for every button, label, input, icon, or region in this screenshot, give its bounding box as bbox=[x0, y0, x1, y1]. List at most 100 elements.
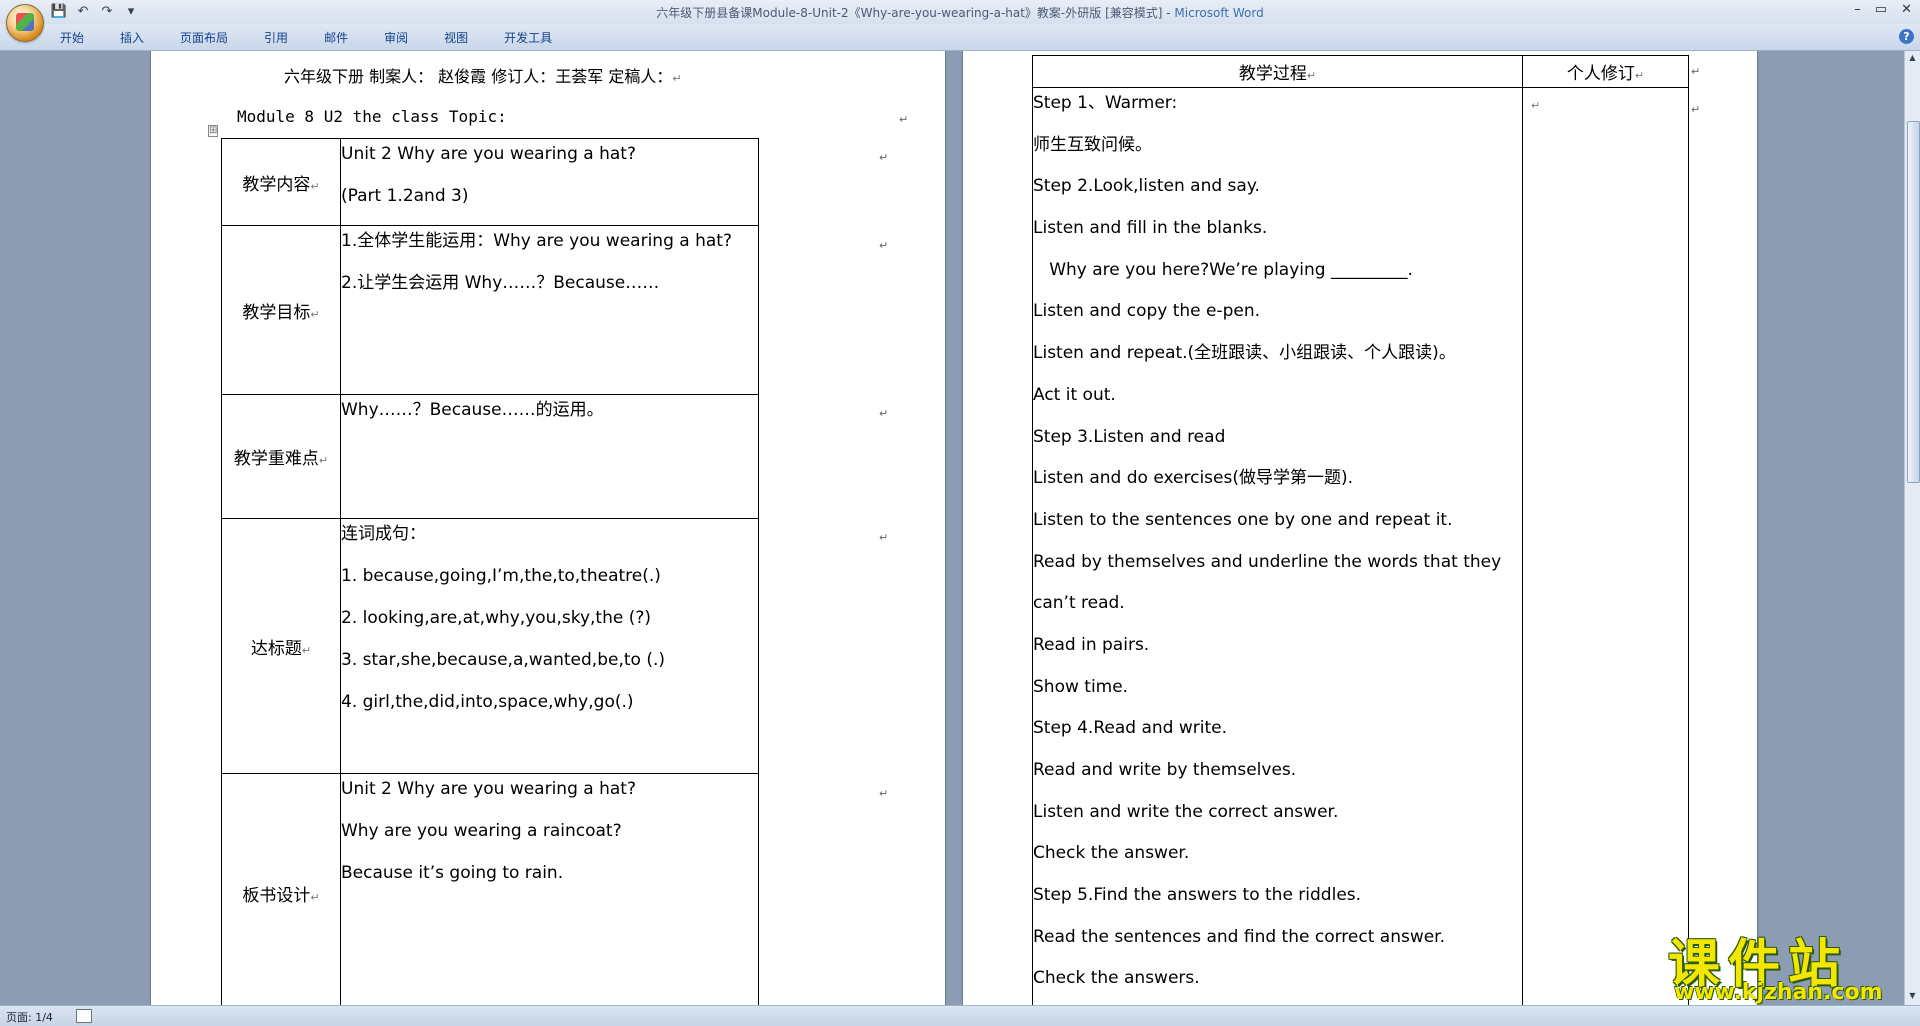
step-line: Check the answers. bbox=[1033, 968, 1200, 989]
step-line: Step 5.Find the answers to the riddles. bbox=[1033, 885, 1362, 906]
document-page-1[interactable]: 六年级下册 制案人： 赵俊霞 修订人：王荟军 定稿人：↵ Module 8 U2… bbox=[150, 51, 946, 1005]
step-line: Step 2.Look,listen and say. bbox=[1033, 176, 1260, 197]
tab-home[interactable]: 开始 bbox=[60, 29, 84, 46]
page1-header-line: 六年级下册 制案人： 赵俊霞 修订人：王荟军 定稿人：↵ bbox=[284, 63, 682, 87]
tab-view[interactable]: 视图 bbox=[444, 29, 468, 46]
lesson-info-table: 教学内容↵ Unit 2 Why are you wearing a hat? … bbox=[221, 138, 759, 1005]
content-line: 2.让学生会运用 Why……？Because…… bbox=[341, 273, 660, 293]
tab-developer[interactable]: 开发工具 bbox=[504, 29, 552, 46]
paragraph-mark: ↵ bbox=[879, 787, 889, 800]
proofing-icon[interactable] bbox=[76, 1009, 92, 1023]
row-content[interactable]: 1.全体学生能运用：Why are you wearing a hat? 2.让… bbox=[340, 225, 759, 395]
content-line: Why……？Because……的运用。 bbox=[341, 400, 604, 420]
document-page-2[interactable]: 教学过程↵ 个人修订↵ Step 1、Warmer: 师生互致问候。 Step … bbox=[962, 51, 1758, 1005]
content-line: 1.全体学生能运用：Why are you wearing a hat? bbox=[341, 231, 732, 251]
paragraph-mark: ↵ bbox=[879, 239, 889, 252]
paragraph-mark: ↵ bbox=[879, 531, 889, 544]
tab-insert[interactable]: 插入 bbox=[120, 29, 144, 46]
tab-review[interactable]: 审阅 bbox=[384, 29, 408, 46]
step-line: can’t read. bbox=[1033, 593, 1125, 614]
paragraph-mark: ↵ bbox=[879, 407, 889, 420]
paragraph-mark: ↵ bbox=[899, 113, 909, 126]
row-content[interactable]: Why……？Because……的运用。 bbox=[340, 394, 759, 519]
table-row: 教学目标↵ 1.全体学生能运用：Why are you wearing a ha… bbox=[221, 225, 759, 395]
close-button[interactable]: ✕ bbox=[1901, 2, 1912, 17]
content-line: Unit 2 Why are you wearing a hat? bbox=[341, 779, 636, 799]
tab-page-layout[interactable]: 页面布局 bbox=[180, 29, 228, 46]
row-label: 教学内容↵ bbox=[221, 138, 341, 226]
page1-module-line: Module 8 U2 the class Topic: bbox=[237, 107, 507, 126]
scroll-up-icon[interactable]: ▲ bbox=[1907, 53, 1918, 65]
table-row: 教学内容↵ Unit 2 Why are you wearing a hat? … bbox=[221, 138, 759, 226]
content-line: Because it’s going to rain. bbox=[341, 863, 564, 883]
minimize-button[interactable]: – bbox=[1854, 2, 1861, 17]
step-line: Step 1、Warmer: bbox=[1033, 93, 1178, 113]
paragraph-mark: ↵ bbox=[1691, 103, 1701, 116]
step-line: Listen and write the correct answer. bbox=[1033, 801, 1339, 822]
step-line: Listen and copy the e-pen. bbox=[1033, 301, 1261, 322]
step-line: Show time. bbox=[1033, 676, 1129, 697]
table-row: 教学重难点↵ Why……？Because……的运用。 bbox=[221, 394, 759, 519]
vertical-scrollbar[interactable]: ▲ ▼ bbox=[1904, 51, 1920, 1005]
step-line: Listen and fill in the blanks. bbox=[1033, 218, 1268, 239]
office-logo-icon bbox=[16, 13, 34, 31]
watermark-logo: 课件站 www.kjzhan.com bbox=[1668, 922, 1904, 1005]
content-line: 4. girl,the,did,into,space,why,go(.) bbox=[341, 692, 634, 712]
table-move-handle-icon[interactable]: ⊞ bbox=[208, 125, 219, 137]
step-line: Listen to the sentences one by one and r… bbox=[1033, 509, 1453, 530]
maximize-button[interactable]: ▭ bbox=[1875, 2, 1887, 17]
page-indicator[interactable]: 页面: 1/4 bbox=[6, 1009, 53, 1025]
process-content[interactable]: Step 1、Warmer: 师生互致问候。 Step 2.Look,liste… bbox=[1032, 87, 1523, 1005]
step-line: Read the sentences and find the correct … bbox=[1033, 926, 1446, 947]
table-header-row: 教学过程↵ 个人修订↵ bbox=[1032, 55, 1689, 88]
title-separator: - bbox=[1162, 6, 1175, 20]
ribbon: 开始 插入 页面布局 引用 邮件 审阅 视图 开发工具 ? bbox=[0, 24, 1920, 51]
content-line: Unit 2 Why are you wearing a hat? bbox=[341, 144, 636, 164]
content-line: 3. star,she,because,a,wanted,be,to (.) bbox=[341, 650, 665, 670]
tab-mailings[interactable]: 邮件 bbox=[324, 29, 348, 46]
step-line: Check the answer. bbox=[1033, 843, 1190, 864]
content-line: Why are you wearing a raincoat? bbox=[341, 821, 622, 841]
row-content[interactable]: 连词成句： 1. because,going,I’m,the,to,theatr… bbox=[340, 518, 759, 774]
paragraph-mark: ↵ bbox=[879, 151, 889, 164]
header-line-text: 六年级下册 制案人： 赵俊霞 修订人：王荟军 定稿人： bbox=[284, 67, 673, 86]
column-header-revision: 个人修订↵ bbox=[1522, 55, 1689, 88]
step-line: Act it out. bbox=[1033, 384, 1116, 405]
step-line: Read by themselves and underline the wor… bbox=[1033, 551, 1502, 572]
step-line: Listen and do exercises(做导学第一题). bbox=[1033, 468, 1354, 489]
step-line: Read and write by themselves. bbox=[1033, 760, 1297, 780]
content-line: 2. looking,are,at,why,you,sky,the (?) bbox=[341, 608, 652, 628]
module-line-text: Module 8 U2 the class Topic: bbox=[237, 107, 507, 126]
help-icon[interactable]: ? bbox=[1899, 29, 1914, 44]
step-line: 师生互致问候。 bbox=[1033, 134, 1152, 155]
column-header-process: 教学过程↵ bbox=[1032, 55, 1523, 88]
step-line: Read in pairs. bbox=[1033, 634, 1150, 655]
step-line: Listen and repeat.(全班跟读、小组跟读、个人跟读)。 bbox=[1033, 343, 1456, 364]
table-row: 达标题↵ 连词成句： 1. because,going,I’m,the,to,t… bbox=[221, 518, 759, 774]
row-label: 教学目标↵ bbox=[221, 225, 341, 395]
row-label: 板书设计↵ bbox=[221, 773, 341, 1005]
table-row: Step 1、Warmer: 师生互致问候。 Step 2.Look,liste… bbox=[1032, 87, 1689, 1005]
revision-content[interactable]: ↵ bbox=[1522, 87, 1689, 1005]
teaching-process-table: 教学过程↵ 个人修订↵ Step 1、Warmer: 师生互致问候。 Step … bbox=[1032, 55, 1689, 1005]
scrollbar-thumb[interactable] bbox=[1907, 121, 1920, 483]
table-row: 板书设计↵ Unit 2 Why are you wearing a hat? … bbox=[221, 773, 759, 1005]
document-title: 六年级下册县备课Module-8-Unit-2《Why-are-you-wear… bbox=[656, 6, 1163, 20]
document-workspace[interactable]: 六年级下册 制案人： 赵俊霞 修订人：王荟军 定稿人：↵ Module 8 U2… bbox=[0, 51, 1905, 1005]
step-line: Step 3.Listen and read bbox=[1033, 426, 1226, 447]
content-line: 1. because,going,I’m,the,to,theatre(.) bbox=[341, 566, 661, 586]
row-content[interactable]: Unit 2 Why are you wearing a hat? Why ar… bbox=[340, 773, 759, 1005]
paragraph-mark: ↵ bbox=[1691, 65, 1701, 78]
row-label: 教学重难点↵ bbox=[221, 394, 341, 519]
content-line: 连词成句： bbox=[341, 524, 426, 544]
watermark-url: www.kjzhan.com bbox=[1674, 980, 1883, 1005]
scroll-down-icon[interactable]: ▼ bbox=[1907, 991, 1918, 1003]
app-name: Microsoft Word bbox=[1174, 6, 1264, 20]
tab-references[interactable]: 引用 bbox=[264, 29, 288, 46]
row-label: 达标题↵ bbox=[221, 518, 341, 774]
status-bar: 页面: 1/4 bbox=[0, 1005, 1920, 1026]
paragraph-mark: ↵ bbox=[672, 72, 682, 85]
row-content[interactable]: Unit 2 Why are you wearing a hat? (Part … bbox=[340, 138, 759, 226]
office-button[interactable] bbox=[6, 4, 44, 42]
window-title: 六年级下册县备课Module-8-Unit-2《Why-are-you-wear… bbox=[0, 4, 1920, 21]
